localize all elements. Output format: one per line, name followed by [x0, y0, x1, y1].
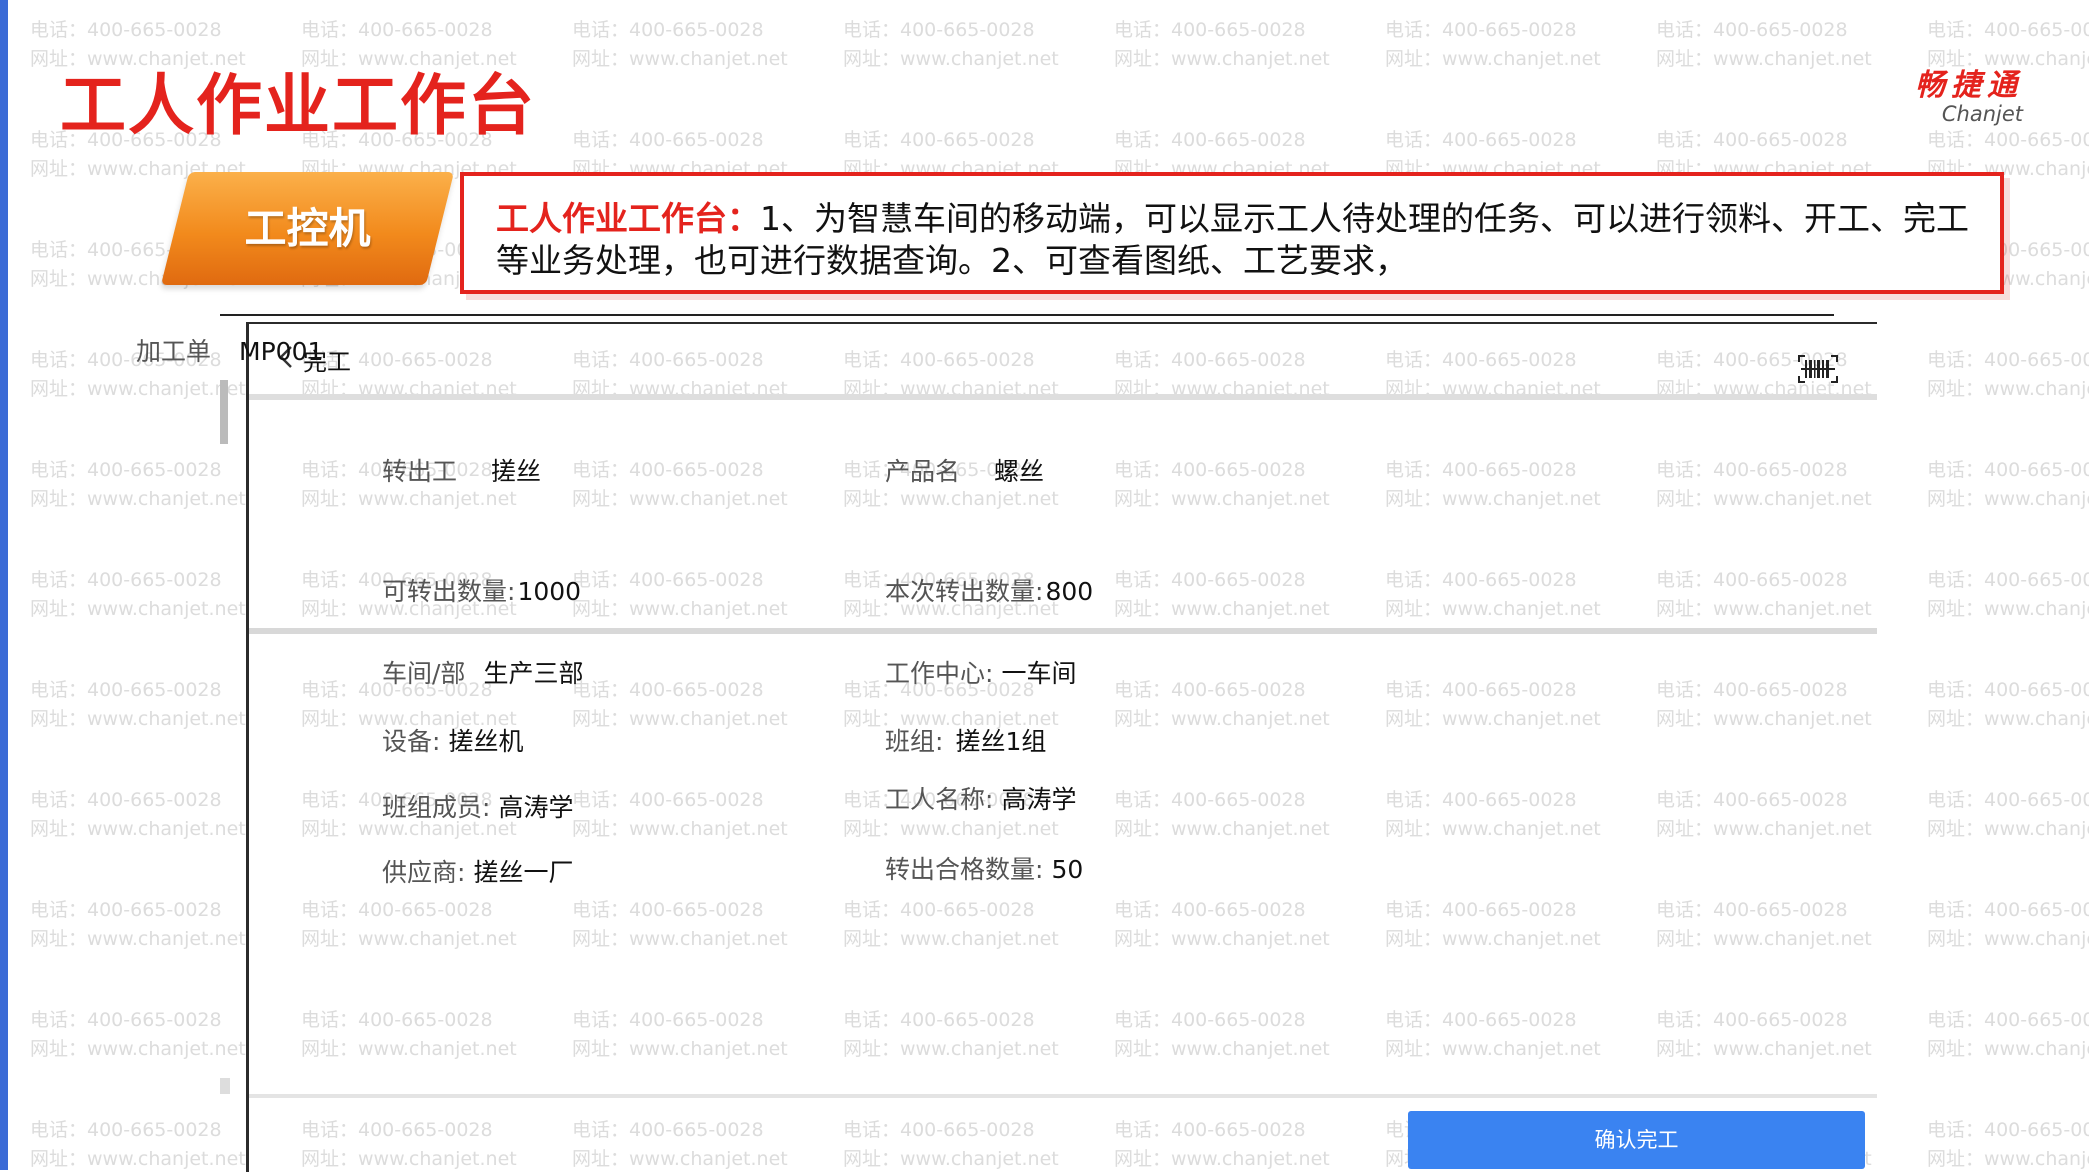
callout-head: 工人作业工作台：: [496, 199, 760, 238]
watermark-text: 电话：400-665-0028网址：www.chanjet.net: [1927, 1116, 2089, 1174]
description-callout: 工人作业工作台：1、为智慧车间的移动端，可以显示工人待处理的任务、可以进行领料、…: [460, 172, 2004, 294]
logo-chinese: 畅捷通: [1915, 68, 2023, 103]
slide-left-edge: [0, 0, 8, 1170]
watermark-phone: 电话：400-665-0028: [572, 19, 764, 41]
watermark-text: 电话：400-665-0028 网址：www.chanjet.net: [1927, 346, 2089, 404]
watermark-text: 电话：400-665-0028 网址：www.chanjet.net: [30, 676, 246, 734]
confirm-complete-button[interactable]: 确认完工: [1408, 1111, 1865, 1169]
app-screen: 完工 加工单 MP001 确认完工: [136, 322, 1877, 1172]
watermark-text: 电话：400-665-0028 网址：www.chanjet.net: [572, 16, 788, 74]
watermark-phone: 电话：400-665-0028: [30, 789, 222, 811]
watermark-text: 电话：400-665-0028 网址：www.chanjet.net: [30, 1006, 246, 1064]
order-value: MP001: [239, 337, 324, 366]
watermark-phone: 电话：400-665-0028: [1385, 19, 1577, 41]
logo-english: Chanjet: [1941, 102, 2023, 126]
watermark-site: 网址：www.chanjet.net: [30, 598, 246, 620]
watermark-text: 电话：400-665-0028 网址：www.chanjet.net: [30, 456, 246, 514]
watermark-site: 网址：www.chanjet.net: [1927, 928, 2089, 950]
watermark-phone: 电话：400-665-0028: [843, 129, 1035, 151]
watermark-site: 网址：www.chanjet.net: [843, 48, 1059, 70]
watermark-text: 电话：400-665-0028 网址：www.chanjet.net: [1927, 456, 2089, 514]
watermark-phone: 电话：400-665-0028: [1927, 349, 2089, 371]
watermark-text: 电话：400-665-0028 网址：www.chanjet.net: [1114, 16, 1330, 74]
watermark-site: 网址：www.chanjet.net: [30, 708, 246, 730]
watermark-site: 网址：www.chanjet.net: [30, 818, 246, 840]
order-label: 加工单: [136, 337, 212, 366]
watermark-phone: 电话：400-665-0028: [1114, 19, 1306, 41]
watermark-site: 网址：www.chanjet.net: [1385, 48, 1601, 70]
device-top-border: [220, 314, 1834, 316]
watermark-phone: 电话：400-665-0028: [1927, 569, 2089, 591]
watermark-site: 网址：www.chanjet.net: [572, 48, 788, 70]
watermark-phone: 电话：400-665-0028: [1114, 129, 1306, 151]
watermark-phone: 电话：400-665-0028: [1927, 459, 2089, 481]
watermark-phone: 电话：400-665-0028: [30, 679, 222, 701]
watermark-site: 网址：www.chanjet.net: [1656, 48, 1872, 70]
watermark-phone: 电话：400-665-0028: [1656, 19, 1848, 41]
watermark-phone: 电话：400-665-0028: [1927, 19, 2089, 41]
device-side-button: [220, 380, 228, 444]
watermark-text: 电话：400-665-0028 网址：www.chanjet.net: [843, 16, 1059, 74]
watermark-phone: 电话：400-665-0028: [30, 1119, 222, 1141]
watermark-phone: 电话：400-665-0028: [572, 129, 764, 151]
watermark-phone: 电话：400-665-0028: [1927, 679, 2089, 701]
watermark-text: 电话：400-665-0028 网址：www.chanjet.net: [1927, 1006, 2089, 1064]
watermark-text: 电话：400-665-0028 网址：www.chanjet.net: [1927, 566, 2089, 624]
watermark-text: 电话：400-665-0028 网址：www.chanjet.net: [1927, 786, 2089, 844]
device-badge: 工控机: [160, 172, 455, 285]
watermark-phone: 电话：400-665-0028: [30, 569, 222, 591]
watermark-site: 网址：www.chanjet.net: [30, 488, 246, 510]
slide-title: 工人作业工作台: [60, 67, 536, 144]
order-info-section: 加工单 MP001: [136, 337, 1877, 634]
watermark-text: 电话：400-665-0028 网址：www.chanjet.net: [30, 786, 246, 844]
watermark-text: 电话：400-665-0028 网址：www.chanjet.net: [30, 566, 246, 624]
watermark-phone: 电话：400-665-0028: [1927, 899, 2089, 921]
watermark-phone: 电话：400-665-0028: [1927, 789, 2089, 811]
watermark-phone: 电话：400-665-0028: [30, 1009, 222, 1031]
badge-label: 工控机: [244, 204, 371, 253]
order-field: 加工单 MP001: [136, 332, 323, 368]
watermark-site: 网址：www.chanjet.net: [1927, 598, 2089, 620]
watermark-text: 电话：400-665-0028 网址：www.chanjet.net: [1927, 896, 2089, 954]
watermark-phone: 电话：400-665-0028: [30, 19, 222, 41]
watermark-site: 网址：www.chanjet.net: [30, 378, 246, 400]
watermark-phone: 电话：400-665-0028: [1927, 1009, 2089, 1031]
watermark-site: 网址：www.chanjet.net: [1927, 1038, 2089, 1060]
watermark-text: 电话：400-665-0028 网址：www.chanjet.net: [1385, 16, 1601, 74]
watermark-text: 电话：400-665-0028 网址：www.chanjet.net: [1927, 676, 2089, 734]
watermark-text: 电话：400-665-0028 网址：www.chanjet.net: [1656, 16, 1872, 74]
watermark-site: 网址：www.chanjet.net: [1114, 48, 1330, 70]
watermark-site: 网址：www.chanjet.net: [1927, 818, 2089, 840]
barcode-scan-icon[interactable]: [1797, 354, 1839, 384]
watermark-phone: 电话：400-665-0028: [1656, 129, 1848, 151]
watermark-phone: 电话：400-665-0028: [30, 899, 222, 921]
watermark-site: 网址：www.chanjet.net: [1927, 488, 2089, 510]
watermark-site: 网址：www.chanjet.net: [1927, 708, 2089, 730]
watermark-phone: 电话：400-665-0028: [843, 19, 1035, 41]
chanjet-logo: 畅捷通 Chanjet: [1915, 60, 2023, 126]
watermark-site: 网址：www.chanjet.net: [1927, 378, 2089, 400]
watermark-site: 网址：www.chanjet.net: [30, 1038, 246, 1060]
watermark-text: 电话：400-665-0028网址：www.chanjet.net: [30, 1116, 246, 1174]
callout-text: 工人作业工作台：1、为智慧车间的移动端，可以显示工人待处理的任务、可以进行领料、…: [496, 198, 2000, 282]
watermark-phone: 电话：400-665-0028: [1385, 129, 1577, 151]
watermark-phone: 电话：400-665-0028: [30, 459, 222, 481]
watermark-text: 电话：400-665-0028 网址：www.chanjet.net: [30, 896, 246, 954]
watermark-phone: 电话：400-665-0028: [1927, 129, 2089, 151]
nav-bar: 完工: [249, 324, 1877, 400]
watermark-phone: 电话：400-665-0028: [301, 19, 493, 41]
device-side-mark: [220, 1078, 230, 1094]
watermark-phone: 电话：400-665-0028: [1927, 1119, 2089, 1141]
watermark-site: 网址：www.chanjet.net: [30, 928, 246, 950]
footer-divider: [249, 1094, 1877, 1098]
